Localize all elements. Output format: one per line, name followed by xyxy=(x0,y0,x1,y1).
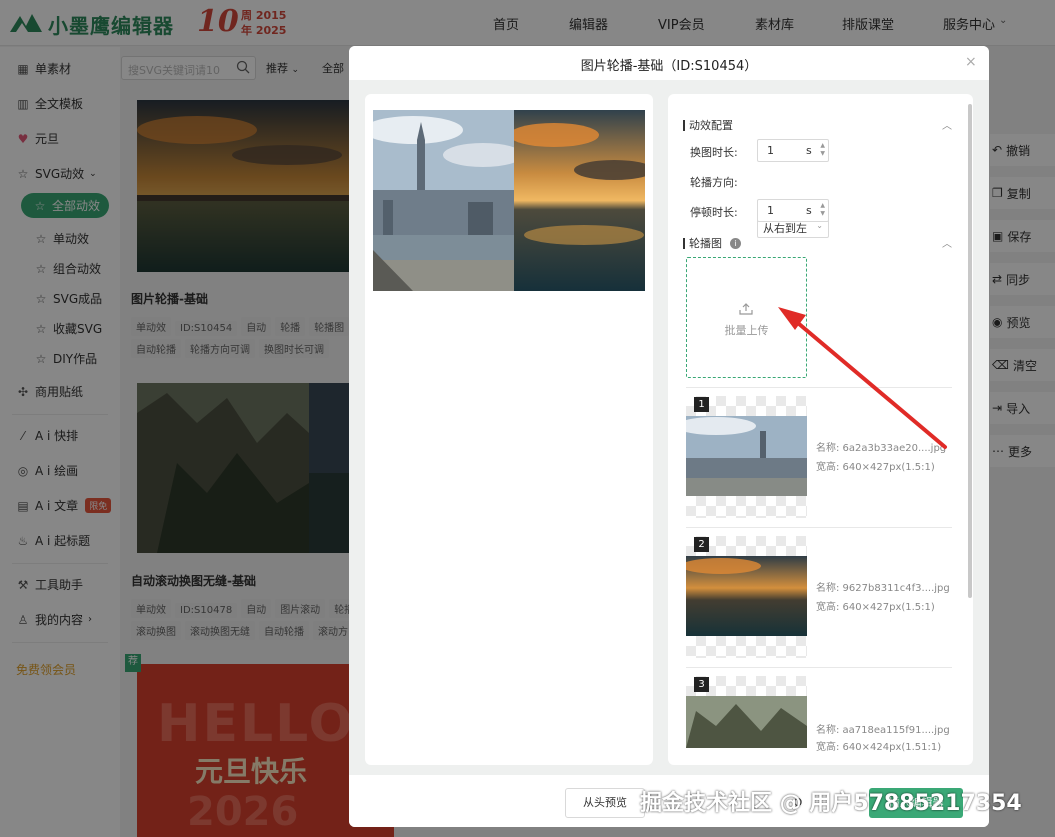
carousel-image-3[interactable]: 3 xyxy=(686,676,807,748)
switch-duration-stepper[interactable]: 1 s ▲ ▼ xyxy=(757,139,829,162)
info-icon[interactable]: i xyxy=(730,237,741,249)
section-title: 动效配置 xyxy=(689,119,733,132)
image-name: 名称: 9627b8311c4f3....jpg xyxy=(816,583,950,594)
section-bar xyxy=(683,119,685,131)
field-label: 换图时长: xyxy=(690,146,738,159)
section-bar xyxy=(683,237,685,249)
divider xyxy=(686,527,952,528)
section-carousel[interactable]: 轮播图 i xyxy=(683,235,741,251)
stepper-unit: s xyxy=(806,204,812,217)
field-label: 轮播方向: xyxy=(690,176,738,189)
stepper-arrows-icon[interactable]: ▲ ▼ xyxy=(820,202,825,218)
thumbnail-cliffs xyxy=(686,696,807,748)
batch-upload-button[interactable]: 批量上传 xyxy=(686,257,807,378)
carousel-image-2[interactable]: 2 xyxy=(686,536,807,658)
modal-title: 图片轮播-基础（ID:S10454） xyxy=(580,59,758,74)
carousel-image-1[interactable]: 1 xyxy=(686,396,807,518)
section-effect-config[interactable]: 动效配置 xyxy=(683,117,733,133)
image-size: 宽高: 640×427px(1.5:1) xyxy=(816,602,935,613)
field-label: 停顿时长: xyxy=(690,206,738,219)
effect-config-modal: 图片轮播-基础（ID:S10454） × 动效配置 ︿ 换图时长: 1 s ▲ ▼… xyxy=(349,46,989,827)
chevron-up-icon[interactable]: ︿ xyxy=(942,117,952,132)
panel-scrollbar[interactable] xyxy=(968,104,972,598)
upload-icon xyxy=(739,303,753,315)
preview-image-sunset xyxy=(514,110,645,291)
preview-image-city xyxy=(373,110,514,291)
image-size: 宽高: 640×427px(1.5:1) xyxy=(816,462,935,473)
divider xyxy=(686,667,952,668)
pause-duration-stepper[interactable]: 1 s ▲ ▼ xyxy=(757,199,829,222)
thumbnail-city xyxy=(686,416,807,496)
image-name: 名称: 6a2a3b33ae20....jpg xyxy=(816,443,947,454)
image-index: 2 xyxy=(694,537,709,552)
thumbnail-sunset xyxy=(686,556,807,636)
stepper-unit: s xyxy=(806,144,812,157)
select-value: 从右到左 xyxy=(763,222,807,235)
stepper-value[interactable]: 1 xyxy=(767,204,774,217)
image-index: 3 xyxy=(694,677,709,692)
upload-label: 批量上传 xyxy=(724,324,769,337)
watermark: 掘金技术社区 @ 用户57885217354 xyxy=(640,791,1022,816)
divider xyxy=(686,387,952,388)
stepper-value[interactable]: 1 xyxy=(767,144,774,157)
section-title: 轮播图 xyxy=(689,237,722,250)
close-icon[interactable]: × xyxy=(965,54,977,70)
image-name: 名称: aa718ea115f91....jpg xyxy=(816,725,950,736)
chevron-down-icon: ⌄ xyxy=(816,221,823,230)
image-size: 宽高: 640×424px(1.51:1) xyxy=(816,742,942,753)
chevron-up-icon[interactable]: ︿ xyxy=(942,235,952,250)
stepper-arrows-icon[interactable]: ▲ ▼ xyxy=(820,142,825,158)
replay-preview-button[interactable]: 从头预览 xyxy=(565,788,645,818)
image-index: 1 xyxy=(694,397,709,412)
